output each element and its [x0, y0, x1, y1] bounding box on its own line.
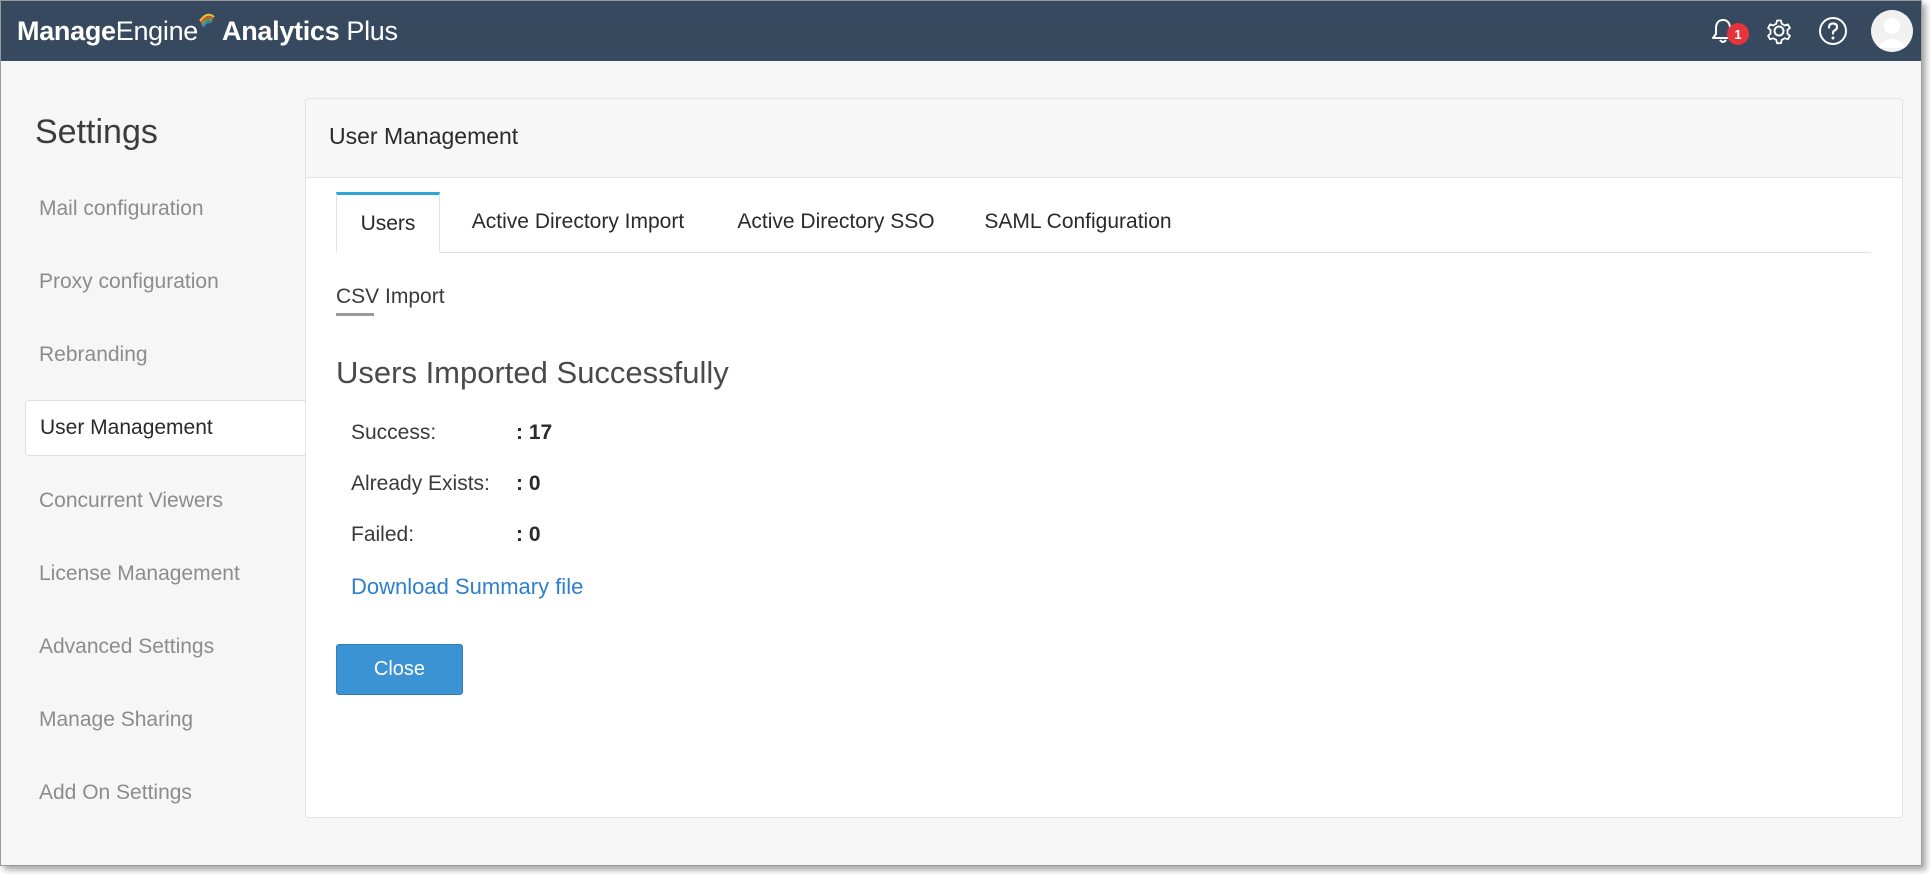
sidebar-item-license-management[interactable]: License Management: [25, 546, 305, 602]
avatar[interactable]: [1871, 10, 1913, 52]
failed-label: Failed:: [351, 523, 415, 546]
already-exists-label: Already Exists:: [351, 472, 490, 495]
failed-value: : 0: [516, 523, 541, 546]
brand-arc-icon: [199, 13, 215, 28]
sidebar-item-advanced-settings[interactable]: Advanced Settings: [25, 619, 305, 675]
import-result-heading: Users Imported Successfully: [336, 355, 729, 390]
brand-manage: Manage: [17, 15, 116, 46]
tab-bar: Users Active Directory Import Active Dir…: [336, 192, 1871, 253]
sidebar-item-mail-configuration[interactable]: Mail configuration: [25, 181, 305, 237]
help-icon[interactable]: [1817, 15, 1849, 47]
already-exists-value: : 0: [516, 472, 541, 495]
page-title: User Management: [329, 123, 519, 149]
brand-analytics: Analytics: [222, 15, 340, 46]
tab-users[interactable]: Users: [336, 192, 440, 253]
success-label: Success:: [351, 421, 437, 444]
settings-title: Settings: [35, 113, 158, 151]
user-avatar-icon: [1871, 10, 1913, 52]
panel-header: User Management: [306, 99, 1902, 178]
sidebar-item-proxy-configuration[interactable]: Proxy configuration: [25, 254, 305, 310]
sidebar-item-rebranding[interactable]: Rebranding: [25, 327, 305, 383]
brand-plus: Plus: [346, 15, 398, 46]
success-value: : 17: [516, 421, 553, 444]
sidebar-item-add-on-settings[interactable]: Add On Settings: [25, 765, 305, 821]
tab-active-directory-import[interactable]: Active Directory Import: [440, 192, 716, 252]
sidebar-item-concurrent-viewers[interactable]: Concurrent Viewers: [25, 473, 305, 529]
subtab-underline: [336, 313, 374, 316]
user-management-panel: User Management Users Active Directory I…: [305, 98, 1903, 818]
brand-logo: Manage Engine Analytics Plus: [17, 1, 398, 61]
subtab-csv-import[interactable]: CSV Import: [336, 285, 445, 309]
download-summary-link[interactable]: Download Summary file: [351, 574, 583, 600]
gear-icon[interactable]: [1763, 15, 1795, 47]
close-button[interactable]: Close: [336, 644, 463, 695]
sidebar-item-manage-sharing[interactable]: Manage Sharing: [25, 692, 305, 748]
notification-badge[interactable]: 1: [1727, 23, 1749, 45]
brand-engine: Engine: [115, 15, 199, 46]
tab-saml-configuration[interactable]: SAML Configuration: [956, 192, 1200, 252]
sidebar-item-user-management[interactable]: User Management: [25, 400, 305, 456]
top-bar: Manage Engine Analytics Plus 1: [1, 1, 1921, 61]
app-window: Manage Engine Analytics Plus 1 Settings …: [0, 0, 1922, 866]
tab-active-directory-sso[interactable]: Active Directory SSO: [716, 192, 956, 252]
